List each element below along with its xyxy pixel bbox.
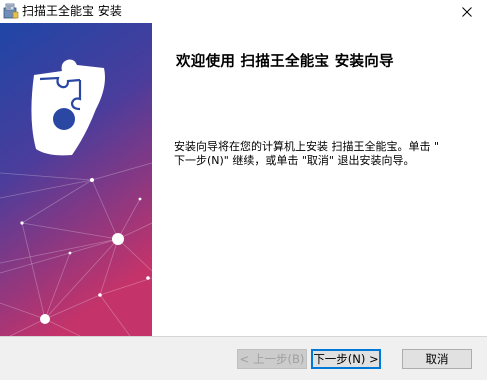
close-icon (462, 6, 472, 17)
next-button[interactable]: 下一步(N) > (311, 349, 381, 369)
window-title: 扫描王全能宝 安装 (22, 4, 122, 18)
installer-window: 扫描王全能宝 安装 欢迎使用 扫描王全能宝 安装向导 安装向导将在您的计算机上安… (0, 0, 487, 380)
description-line-2: 下一步(N)" 继续，或单击 "取消" 退出安装向导。 (174, 154, 415, 167)
cancel-button[interactable]: 取消 (402, 349, 472, 369)
welcome-description: 安装向导将在您的计算机上安装 扫描王全能宝。单击 " 下一步(N)" 继续，或单… (174, 140, 474, 168)
banner-graphic (0, 23, 152, 336)
back-button[interactable]: < 上一步(B) (237, 349, 307, 369)
title-bar: 扫描王全能宝 安装 (0, 0, 487, 23)
welcome-content: 欢迎使用 扫描王全能宝 安装向导 安装向导将在您的计算机上安装 扫描王全能宝。单… (152, 23, 487, 336)
description-line-1: 安装向导将在您的计算机上安装 扫描王全能宝。单击 " (174, 140, 440, 153)
welcome-heading: 欢迎使用 扫描王全能宝 安装向导 (176, 54, 394, 70)
button-bar: < 上一步(B) 下一步(N) > 取消 (0, 336, 487, 380)
welcome-banner (0, 23, 152, 336)
close-button[interactable] (447, 0, 487, 23)
installer-icon (3, 3, 19, 19)
